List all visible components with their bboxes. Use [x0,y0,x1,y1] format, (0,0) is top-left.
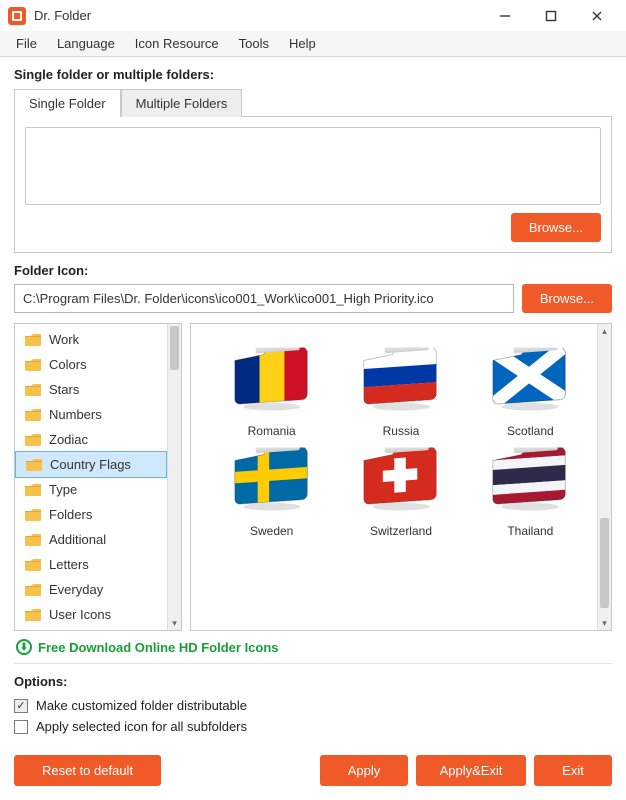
separator [14,663,612,664]
close-button[interactable] [574,2,620,30]
exit-button[interactable]: Exit [534,755,612,786]
apply-button[interactable]: Apply [320,755,408,786]
folder-mode-tabs: Single Folder Multiple Folders [14,88,612,116]
scrollbar-thumb[interactable] [170,326,179,370]
category-item-folders[interactable]: Folders [15,502,167,527]
folder-icon [25,433,41,446]
folder-icon [25,533,41,546]
category-label: Stars [49,382,79,397]
icon-item-sweden[interactable]: Sweden [211,446,332,538]
icon-item-switzerland[interactable]: Switzerland [340,446,461,538]
browse-folder-button[interactable]: Browse... [511,213,601,242]
folder-icon [25,358,41,371]
category-label: Colors [49,357,87,372]
category-item-work[interactable]: Work [15,327,167,352]
menu-language[interactable]: Language [47,32,125,55]
app-icon [8,7,26,25]
icon-path-input[interactable] [14,284,514,313]
tab-multiple-folders[interactable]: Multiple Folders [121,89,243,117]
download-icons-link[interactable]: ⬇ Free Download Online HD Folder Icons [14,631,612,659]
category-label: Type [49,482,77,497]
folder-icon [25,558,41,571]
category-label: Everyday [49,582,103,597]
folder-icon [25,483,41,496]
folder-icon [25,583,41,596]
icon-label: Switzerland [370,524,432,538]
category-label: Zodiac [49,432,88,447]
checkbox-subfolders-label: Apply selected icon for all subfolders [36,719,247,734]
menu-bar: File Language Icon Resource Tools Help [0,31,626,57]
icon-item-thailand[interactable]: Thailand [470,446,591,538]
flag-folder-icon [487,446,573,512]
window-title: Dr. Folder [34,8,482,23]
menu-tools[interactable]: Tools [229,32,279,55]
footer: Reset to default Apply Apply&Exit Exit [0,745,626,800]
category-item-user-icons[interactable]: User Icons [15,602,167,627]
reset-button[interactable]: Reset to default [14,755,161,786]
folder-icon [25,408,41,421]
folder-drop-area[interactable] [25,127,601,205]
scroll-down-icon[interactable]: ▾ [598,616,611,630]
folder-icon [25,383,41,396]
category-item-type[interactable]: Type [15,477,167,502]
category-item-everyday[interactable]: Everyday [15,577,167,602]
category-item-numbers[interactable]: Numbers [15,402,167,427]
folder-icon [25,608,41,621]
category-label: User Icons [49,607,111,622]
flag-folder-icon [358,446,444,512]
flag-folder-icon [229,346,315,412]
download-link-text: Free Download Online HD Folder Icons [38,640,279,655]
flag-folder-icon [229,446,315,512]
scrollbar-thumb[interactable] [600,518,609,608]
icon-item-scotland[interactable]: Scotland [470,346,591,438]
category-item-additional[interactable]: Additional [15,527,167,552]
icon-item-russia[interactable]: Russia [340,346,461,438]
minimize-button[interactable] [482,2,528,30]
menu-help[interactable]: Help [279,32,326,55]
category-label: Folders [49,507,92,522]
category-label: Numbers [49,407,102,422]
scroll-down-icon[interactable]: ▾ [168,616,181,630]
category-item-country-flags[interactable]: Country Flags [15,451,167,478]
category-item-zodiac[interactable]: Zodiac [15,427,167,452]
category-item-stars[interactable]: Stars [15,377,167,402]
maximize-button[interactable] [528,2,574,30]
folder-icon [25,333,41,346]
browse-icon-button[interactable]: Browse... [522,284,612,313]
icon-label: Russia [383,424,420,438]
icon-label: Scotland [507,424,554,438]
icon-label: Romania [248,424,296,438]
checkbox-subfolders[interactable] [14,720,28,734]
icon-label: Sweden [250,524,293,538]
download-icon: ⬇ [16,639,32,655]
menu-icon-resource[interactable]: Icon Resource [125,32,229,55]
tab-single-folder[interactable]: Single Folder [14,89,121,117]
category-label: Country Flags [50,457,131,472]
section-folders-label: Single folder or multiple folders: [14,67,612,82]
title-bar: Dr. Folder [0,0,626,31]
category-label: Letters [49,557,89,572]
category-item-letters[interactable]: Letters [15,552,167,577]
icon-label: Thailand [507,524,553,538]
category-label: Work [49,332,79,347]
checkbox-distributable-label: Make customized folder distributable [36,698,247,713]
scroll-up-icon[interactable]: ▴ [598,324,611,338]
menu-file[interactable]: File [6,32,47,55]
section-icon-label: Folder Icon: [14,263,612,278]
category-label: Additional [49,532,106,547]
folder-icon [25,508,41,521]
icon-panel: Romania Russia Scotland Sweden Switzerland Th… [190,323,612,631]
folder-icon [26,458,42,471]
category-panel: Work Colors Stars Numbers Zodiac Country Flag… [14,323,182,631]
flag-folder-icon [358,346,444,412]
single-folder-panel: Browse... [14,116,612,253]
flag-folder-icon [487,346,573,412]
apply-exit-button[interactable]: Apply&Exit [416,755,526,786]
icon-scrollbar[interactable]: ▴ ▾ [597,324,611,630]
checkbox-distributable[interactable]: ✓ [14,699,28,713]
options-label: Options: [14,674,612,689]
icon-item-romania[interactable]: Romania [211,346,332,438]
category-item-colors[interactable]: Colors [15,352,167,377]
category-scrollbar[interactable]: ▴ ▾ [167,324,181,630]
